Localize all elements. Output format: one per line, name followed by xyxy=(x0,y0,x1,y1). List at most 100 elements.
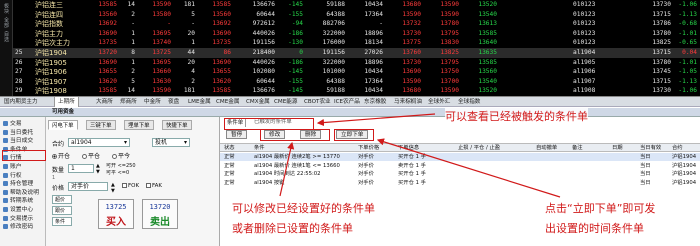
market-tab[interactable]: 东京橡胶 xyxy=(364,97,386,107)
column-header[interactable]: 合约 xyxy=(672,144,683,152)
market-tab[interactable]: 马来棕榈油 xyxy=(394,97,422,107)
market-tab[interactable]: 郑商所 xyxy=(120,97,137,107)
option-condition[interactable]: 条件 xyxy=(52,217,72,226)
market-tab[interactable]: 上期所 xyxy=(54,97,79,107)
sidebar-item-label: 设置中心 xyxy=(10,207,34,213)
contract-select[interactable]: al1904 ▾ xyxy=(68,138,130,147)
left-nav-item[interactable]: 自选 xyxy=(3,31,10,42)
close-today-radio[interactable]: 平今 xyxy=(112,151,130,160)
option-over-price[interactable]: 超价 xyxy=(52,195,72,204)
pause-button[interactable]: 暂停 xyxy=(226,130,248,139)
sidebar-item[interactable]: 修改密码 xyxy=(3,223,33,231)
sidebar-item[interactable]: 行权 xyxy=(3,172,22,180)
column-header[interactable]: 条件 xyxy=(254,144,265,152)
quote-cell: 13520 xyxy=(478,87,497,95)
quote-cell: 44 xyxy=(187,49,195,56)
quote-cell xyxy=(15,29,33,39)
tab-flash-order[interactable]: 闪电下单 xyxy=(48,120,78,130)
sidebar-item[interactable]: 交易 xyxy=(3,120,22,128)
quote-cell: 25 xyxy=(15,49,23,56)
option-follow-price[interactable]: 跟价 xyxy=(52,206,72,215)
checkbox-icon xyxy=(146,183,151,188)
market-tab[interactable]: CME金属 xyxy=(216,97,239,107)
contract-name: 沪铝1904 xyxy=(35,49,67,57)
market-tab[interactable]: 全球外汇 xyxy=(428,97,450,107)
sidebar-item[interactable]: 当日成交 xyxy=(3,137,33,145)
market-tab[interactable]: 全球指数 xyxy=(458,97,480,107)
column-header[interactable]: 止损 / 平仓 / 止盈 xyxy=(458,144,500,152)
quote-cell: 13680 xyxy=(402,87,421,95)
market-tab[interactable]: CBOT农业 xyxy=(304,97,331,107)
sidebar-item[interactable]: 帮助及说明 xyxy=(3,189,39,197)
quote-cell: 20 xyxy=(187,29,195,37)
quote-cell: -130 xyxy=(288,39,303,47)
hedge-select[interactable]: 投机 ▾ xyxy=(152,138,190,147)
sidebar-item[interactable]: 转期系统 xyxy=(3,197,33,205)
order-table-header: 状态 条件 下单价格 下单信息 止损 / 平仓 / 止盈 自动撤单 备注 日期 当日有效 合约 xyxy=(220,143,700,152)
sidebar-item-label: 帮助及说明 xyxy=(10,189,39,196)
fok-checkbox[interactable]: FOK xyxy=(122,183,139,189)
table-cell: 对手价 xyxy=(358,179,374,186)
sidebar-item[interactable]: 交易提示 xyxy=(3,215,33,223)
price-input[interactable]: 对手价 xyxy=(68,182,108,191)
quote-cell: 13635 xyxy=(478,49,497,56)
qty-spin-icon[interactable]: ▲ ▼ xyxy=(96,163,100,175)
column-header[interactable]: 备注 xyxy=(572,144,583,152)
market-tab[interactable]: LME金属 xyxy=(188,97,211,107)
qty-note-open: 可开 <=250 xyxy=(106,163,136,169)
market-tab[interactable]: 夜盘 xyxy=(168,97,179,107)
column-header[interactable]: 当日有效 xyxy=(640,144,661,152)
contract-code: al1905 xyxy=(573,58,596,66)
quote-cell: 13620 xyxy=(212,77,231,85)
sidebar-item[interactable]: 设置中心 xyxy=(3,206,33,214)
menu-item-icon xyxy=(3,207,8,212)
quote-cell: 13715 xyxy=(652,10,671,18)
column-header[interactable]: 日期 xyxy=(612,144,623,152)
contract-code: 010123 xyxy=(573,20,596,28)
quote-cell: - xyxy=(191,20,195,28)
tab-pending-order[interactable]: 埋单下单 xyxy=(124,120,154,130)
fak-checkbox[interactable]: FAK xyxy=(146,183,162,189)
column-header[interactable]: 状态 xyxy=(224,144,235,152)
qty-input[interactable]: 1 xyxy=(68,164,94,173)
table-row[interactable]: 正常 al1904 按键 对手价 买开仓 1 手 当日 沪铝1904 xyxy=(220,179,700,187)
price-spin-icon[interactable]: ▲ ▼ xyxy=(111,182,115,194)
market-tab[interactable]: ICE农产品 xyxy=(334,97,360,107)
menu-item-icon xyxy=(3,129,8,135)
column-header[interactable]: 下单价格 xyxy=(358,144,379,152)
close-radio[interactable]: 平仓 xyxy=(82,151,100,160)
buy-button[interactable]: 13725 买入 xyxy=(98,199,134,229)
column-header[interactable]: 下单信息 xyxy=(398,144,419,152)
sidebar-item[interactable]: 当日委托 xyxy=(3,129,33,137)
annotation-modify: 可以修改已经设置好的条件单 xyxy=(232,200,375,216)
chevron-down-icon: ▾ xyxy=(123,139,127,146)
tab-quick-order[interactable]: 快捷下单 xyxy=(162,120,192,130)
table-cell: 当日 xyxy=(640,171,651,177)
quote-cell: 13590 xyxy=(402,77,421,85)
open-radio[interactable]: 开仓 xyxy=(52,151,70,160)
quote-cell: 13745 xyxy=(652,68,671,76)
market-tab[interactable]: 国内期货主力 xyxy=(4,97,38,107)
table-row[interactable]: 正常 al1904 时间到达 22:55:02 对手价 买开仓 1 手 当日 沪铝1904 xyxy=(220,170,700,178)
market-tab[interactable]: 中金所 xyxy=(144,97,161,107)
left-nav-item[interactable]: 全部 xyxy=(3,17,10,28)
market-tab[interactable]: CMX金属 xyxy=(246,97,270,107)
sidebar-item[interactable]: 账户 xyxy=(3,163,22,171)
quote-cell: 86 xyxy=(223,49,231,56)
column-header[interactable]: 自动撤单 xyxy=(536,144,557,152)
market-tab[interactable]: CME能源 xyxy=(274,97,297,107)
sell-button[interactable]: 13720 卖出 xyxy=(142,199,178,229)
table-cell: 对手价 xyxy=(358,171,374,177)
quote-cell: 13585 xyxy=(478,58,497,66)
buy-price: 13725 xyxy=(105,203,127,211)
tab-three-key-order[interactable]: 三键下单 xyxy=(86,120,116,130)
menu-item-icon xyxy=(3,189,8,195)
quote-cell: 13780 xyxy=(652,58,671,66)
left-nav-item[interactable]: 板块 xyxy=(3,3,10,14)
table-row[interactable]: 正常 al1904 最新价 连续2笔 >= 13770 对手价 买开仓 1 手 当日 沪铝… xyxy=(220,153,700,161)
table-cell: 正常 xyxy=(224,171,235,177)
sidebar-item[interactable]: 持仓管理 xyxy=(3,180,33,188)
table-cell: 对手价 xyxy=(358,162,374,169)
market-tab[interactable]: 大商所 xyxy=(96,97,113,107)
table-row[interactable]: 正常 al1904 最新价 连续1笔 <= 13660 对手价 卖开仓 1 手 当日 沪铝… xyxy=(220,162,700,170)
